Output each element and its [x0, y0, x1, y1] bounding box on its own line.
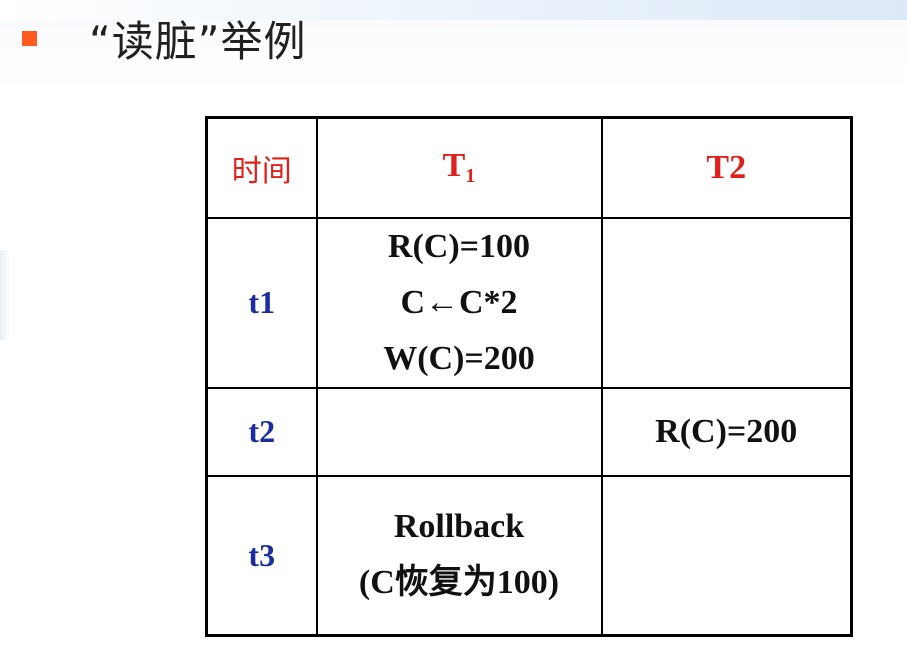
t1-ops-cell: R(C)=100 C←C*2 W(C)=200: [315, 216, 603, 389]
transaction-schedule-table: 时间 T1 T2 t1 R(C)=100 C←C*2 W(C)=200 t2 R…: [205, 116, 853, 637]
table-row: t1 R(C)=100 C←C*2 W(C)=200: [205, 216, 853, 389]
header-time-label: 时间: [231, 153, 292, 189]
header-t1-label: T1: [442, 147, 476, 188]
header-t2-cell: T2: [600, 116, 853, 219]
table-header-row: 时间 T1 T2: [205, 116, 853, 219]
time-label: t3: [248, 536, 276, 573]
left-edge-shading: [0, 250, 10, 340]
time-cell: t1: [205, 216, 318, 389]
slide-title: “读脏”举例: [22, 10, 307, 66]
operation-line: Rollback: [393, 508, 525, 546]
slide-title-text: “读脏”举例: [89, 16, 307, 66]
table-row: t2 R(C)=200: [205, 386, 853, 477]
t2-ops-cell: [600, 474, 853, 637]
header-t1-main: T: [442, 147, 466, 185]
operation-line: C←C*2: [400, 283, 518, 321]
time-cell: t3: [205, 474, 318, 637]
square-bullet-icon: [22, 30, 37, 46]
header-t1-cell: T1: [315, 116, 603, 219]
t2-ops-cell: R(C)=200: [600, 386, 853, 477]
t1-ops-cell: [315, 386, 603, 477]
operation-line: R(C)=100: [387, 227, 531, 265]
time-cell: t2: [205, 386, 318, 477]
time-label: t1: [248, 284, 276, 320]
time-label: t2: [248, 413, 276, 449]
operation-line: (C恢复为100): [358, 564, 560, 602]
table-row: t3 Rollback (C恢复为100): [205, 474, 853, 637]
t1-ops-cell: Rollback (C恢复为100): [315, 474, 603, 637]
operation-line: W(C)=200: [383, 339, 535, 377]
header-t1-subscript: 1: [465, 165, 476, 188]
operation-line: R(C)=200: [655, 412, 798, 450]
header-t2-label: T2: [706, 148, 747, 186]
header-time-cell: 时间: [205, 116, 318, 219]
t2-ops-cell: [600, 216, 853, 389]
